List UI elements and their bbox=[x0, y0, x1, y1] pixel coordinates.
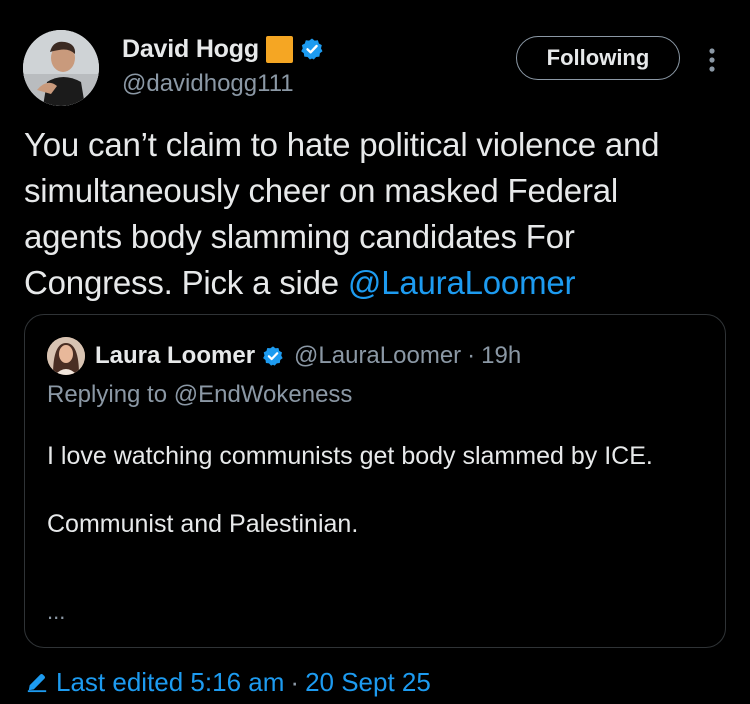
edit-date: 20 Sept 25 bbox=[305, 666, 431, 697]
quoted-verified-badge-icon bbox=[263, 346, 283, 366]
quoted-timestamp: 19h bbox=[481, 342, 522, 369]
edit-history-footer[interactable]: Last edited 5:16 am · 20 Sept 25 bbox=[26, 662, 431, 702]
tweet-mention-link[interactable]: @LauraLoomer bbox=[348, 264, 576, 301]
author-avatar[interactable] bbox=[23, 30, 99, 106]
last-edited-label: Last edited 5:16 am bbox=[56, 666, 285, 697]
quoted-text: I love watching communists get body slam… bbox=[47, 439, 707, 541]
quoted-text-line2: Communist and Palestinian. bbox=[47, 510, 359, 538]
quoted-text-line1: I love watching communists get body slam… bbox=[47, 442, 653, 470]
quoted-ellipsis: ... bbox=[47, 599, 66, 624]
author-display-name[interactable]: David Hogg bbox=[122, 35, 259, 64]
more-vertical-icon[interactable] bbox=[704, 44, 720, 76]
author-avatar-image bbox=[23, 30, 99, 106]
verified-badge-icon bbox=[301, 38, 323, 60]
quoted-tweet[interactable]: Laura Loomer @LauraLoomer · 19h Replying… bbox=[24, 314, 726, 648]
footer-separator: · bbox=[290, 666, 300, 697]
quoted-display-name: Laura Loomer bbox=[95, 342, 256, 369]
pencil-icon bbox=[27, 673, 47, 693]
author-handle[interactable]: @davidhogg111 bbox=[122, 70, 294, 98]
replying-to-text: Replying to @EndWokeness bbox=[47, 381, 353, 408]
quoted-separator: · bbox=[467, 342, 476, 369]
quoted-author-avatar-image bbox=[47, 337, 85, 375]
quoted-handle: @LauraLoomer bbox=[294, 342, 462, 369]
tweet-header: David Hogg @davidhogg111 Following bbox=[0, 0, 750, 110]
author-name-row: David Hogg bbox=[122, 32, 324, 66]
orange-square-badge-icon bbox=[265, 35, 293, 63]
quoted-author-avatar[interactable] bbox=[47, 337, 85, 375]
quoted-name-row: Laura Loomer @LauraLoomer · 19h bbox=[95, 337, 521, 375]
following-button[interactable]: Following bbox=[516, 36, 680, 80]
tweet-text: You can’t claim to hate political violen… bbox=[24, 122, 724, 306]
